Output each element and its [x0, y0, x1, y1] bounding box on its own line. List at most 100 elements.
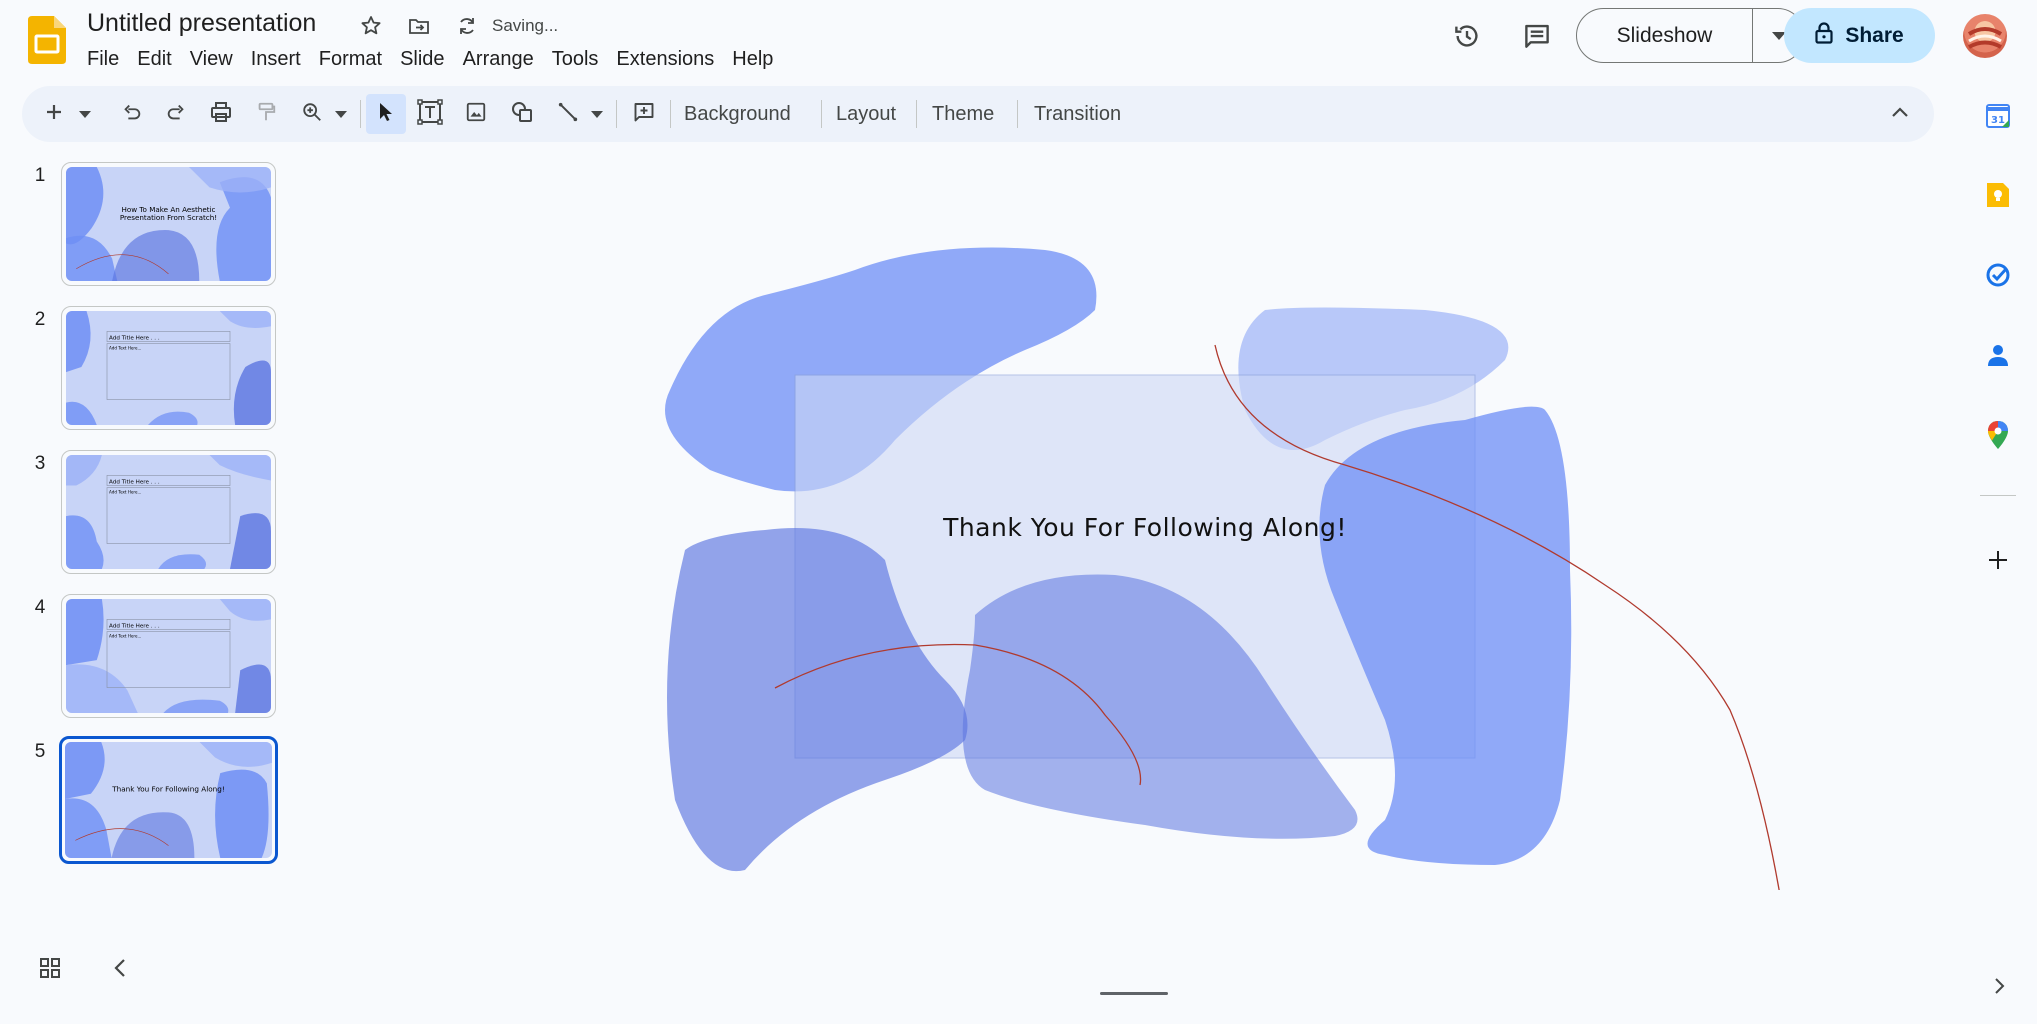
- slide-thumb-body: Add Text Here...: [109, 490, 141, 495]
- move-to-folder-icon[interactable]: [404, 11, 434, 41]
- keep-icon[interactable]: [1978, 175, 2018, 215]
- slide-thumbnail-3[interactable]: Add Title Here . . . Add Text Here...: [61, 450, 276, 574]
- share-label: Share: [1845, 23, 1904, 47]
- transition-label: Transition: [1034, 102, 1122, 125]
- toolbar-divider: [670, 100, 671, 128]
- menu-arrange[interactable]: Arrange: [454, 46, 543, 73]
- background-label: Background: [684, 102, 791, 125]
- tasks-icon[interactable]: [1978, 255, 2018, 295]
- menu-help[interactable]: Help: [723, 46, 782, 73]
- menu-tools[interactable]: Tools: [543, 46, 608, 73]
- add-icon[interactable]: [1978, 540, 2018, 580]
- speaker-notes-drag-handle[interactable]: [1100, 992, 1168, 995]
- chevron-right-icon[interactable]: [1980, 966, 2020, 1006]
- zoom-button[interactable]: [294, 94, 330, 134]
- line-tool[interactable]: [550, 94, 586, 134]
- menu-file[interactable]: File: [78, 46, 128, 73]
- paint-format-button[interactable]: [248, 94, 284, 134]
- line-dropdown[interactable]: [586, 94, 608, 134]
- slide-thumb-title: Thank You For Following Along!: [111, 785, 224, 794]
- menu-slide[interactable]: Slide: [391, 46, 453, 73]
- slide-thumbnail-2[interactable]: Add Title Here . . . Add Text Here...: [61, 306, 276, 430]
- grid-view-icon: [38, 958, 62, 984]
- slide-number: 2: [34, 309, 46, 330]
- redo-icon: [165, 101, 187, 128]
- menu-view[interactable]: View: [181, 46, 242, 73]
- transition-button[interactable]: Transition: [1026, 94, 1129, 134]
- sync-icon: [452, 11, 482, 41]
- slideshow-button[interactable]: Slideshow: [1577, 9, 1752, 62]
- slide-number: 1: [34, 165, 46, 186]
- cursor-icon: [376, 101, 396, 128]
- collapse-filmstrip-button[interactable]: [110, 956, 130, 985]
- menu-format[interactable]: Format: [310, 46, 391, 73]
- grid-view-button[interactable]: [38, 956, 62, 985]
- comments-icon[interactable]: [1515, 14, 1559, 58]
- toolbar-divider: [916, 100, 917, 128]
- line-icon: [557, 101, 579, 128]
- print-button[interactable]: [203, 94, 239, 134]
- menu-insert[interactable]: Insert: [242, 46, 310, 73]
- insert-image-tool[interactable]: [458, 94, 494, 134]
- add-comment-icon: [632, 100, 656, 129]
- slide-title-text[interactable]: Thank You For Following Along!: [942, 513, 1347, 542]
- theme-button[interactable]: Theme: [924, 94, 1002, 134]
- slide-thumb-title: Add Title Here . . .: [109, 336, 160, 342]
- caret-down-icon: [335, 105, 347, 123]
- menu-extensions[interactable]: Extensions: [607, 46, 723, 73]
- background-button[interactable]: Background: [676, 94, 799, 134]
- slide-thumbnail-4[interactable]: Add Title Here . . . Add Text Here...: [61, 594, 276, 718]
- plus-icon: [44, 102, 64, 127]
- slide-number: 5: [34, 741, 46, 762]
- share-button[interactable]: Share: [1784, 8, 1935, 63]
- slide-number: 4: [34, 597, 46, 618]
- collapse-toolbar-button[interactable]: [1882, 94, 1918, 134]
- menu-edit[interactable]: Edit: [128, 46, 180, 73]
- layout-button[interactable]: Layout: [828, 94, 904, 134]
- theme-label: Theme: [932, 102, 995, 125]
- svg-text:31: 31: [1991, 115, 2005, 126]
- shape-blob[interactable]: [1319, 406, 1572, 865]
- image-icon: [465, 101, 487, 128]
- slide-thumb-body: Add Text Here...: [109, 634, 141, 639]
- toolbar-divider: [821, 100, 822, 128]
- zoom-icon: [301, 101, 323, 128]
- slide-canvas[interactable]: Thank You For Following Along!: [645, 240, 1785, 896]
- calendar-icon[interactable]: 31: [1978, 96, 2018, 136]
- text-box-tool[interactable]: [412, 94, 448, 134]
- chevron-up-icon: [1891, 105, 1909, 123]
- chevron-left-icon: [110, 959, 130, 984]
- avatar[interactable]: [1963, 14, 2007, 58]
- slide-thumbnail-5[interactable]: Thank You For Following Along!: [59, 736, 278, 864]
- slideshow-button-group: Slideshow: [1576, 8, 1805, 63]
- redo-button[interactable]: [158, 94, 194, 134]
- slide-number: 3: [34, 453, 46, 474]
- version-history-icon[interactable]: [1445, 14, 1489, 58]
- toolbar: Background Layout Theme Transition: [22, 86, 1934, 142]
- undo-icon: [121, 101, 143, 128]
- toolbar-divider: [616, 100, 617, 128]
- caret-down-icon: [79, 105, 91, 123]
- star-icon[interactable]: [356, 11, 386, 41]
- slide-thumb-title: How To Make An Aesthetic Presentation Fro…: [120, 205, 217, 222]
- shapes-icon: [510, 100, 534, 129]
- slide-thumb-body: Add Text Here...: [109, 346, 141, 351]
- add-comment-button[interactable]: [626, 94, 662, 134]
- undo-button[interactable]: [114, 94, 150, 134]
- zoom-dropdown[interactable]: [330, 94, 352, 134]
- new-slide-button[interactable]: [36, 94, 72, 134]
- slide-thumbnail-1[interactable]: How To Make An Aesthetic Presentation Fro…: [61, 162, 276, 286]
- layout-label: Layout: [836, 102, 897, 125]
- contacts-icon[interactable]: [1978, 335, 2018, 375]
- new-slide-layout-dropdown[interactable]: [74, 94, 96, 134]
- text-box-icon: [417, 98, 443, 130]
- maps-icon[interactable]: [1978, 415, 2018, 455]
- side-panel-divider: [1980, 495, 2016, 496]
- toolbar-divider: [360, 100, 361, 128]
- slides-logo[interactable]: [28, 16, 66, 64]
- document-title[interactable]: Untitled presentation: [86, 8, 317, 39]
- select-tool[interactable]: [366, 94, 406, 134]
- shape-tool[interactable]: [504, 94, 540, 134]
- paint-format-icon: [255, 101, 277, 128]
- lock-icon: [1815, 21, 1833, 50]
